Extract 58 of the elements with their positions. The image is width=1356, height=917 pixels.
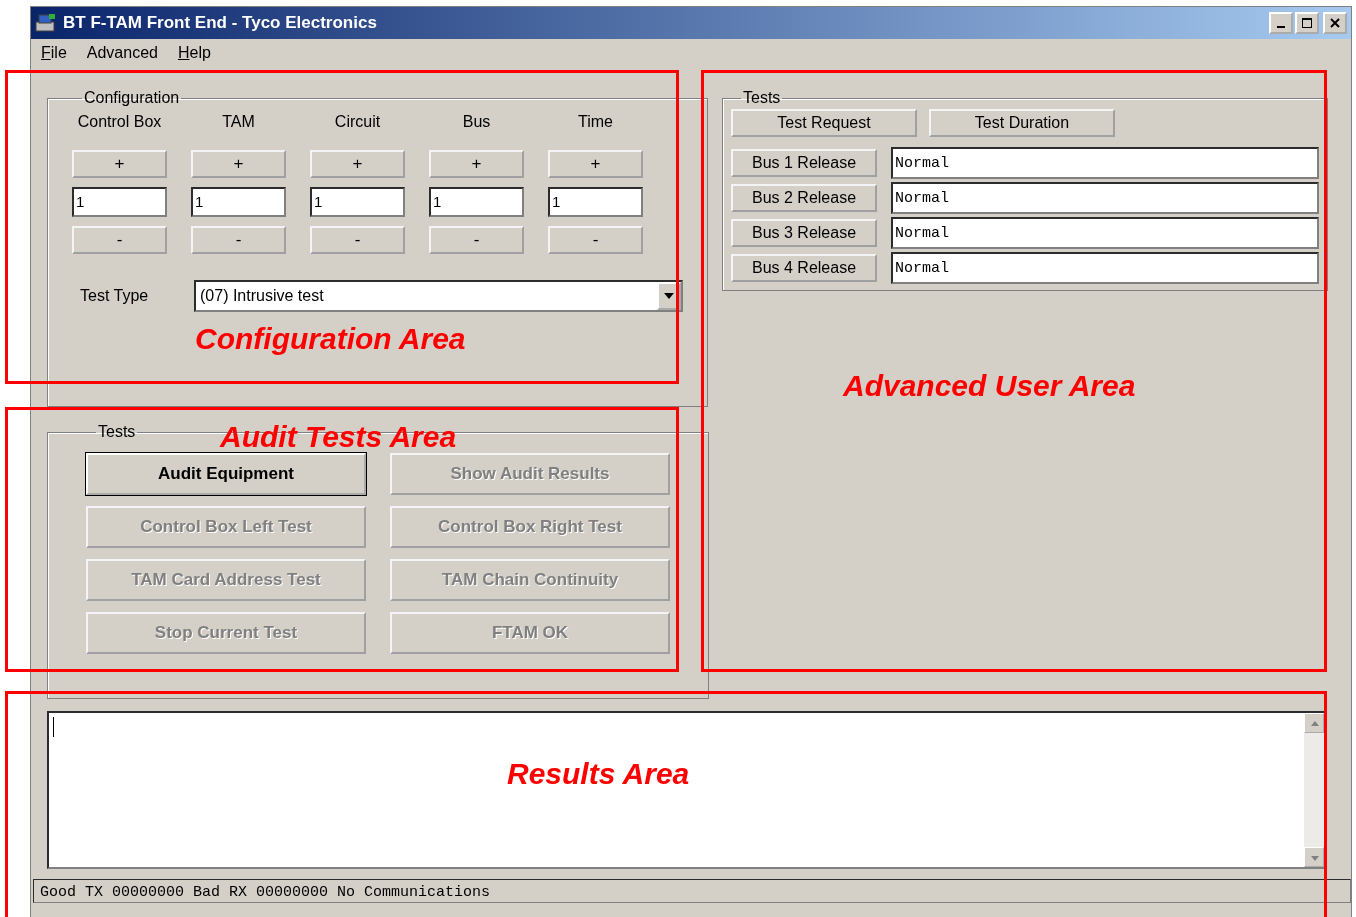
column-label: Circuit (333, 113, 382, 131)
increment-button[interactable]: + (429, 150, 524, 178)
column-label: Bus (461, 113, 492, 131)
increment-button[interactable]: + (310, 150, 405, 178)
test-button[interactable]: Audit Equipment (86, 453, 366, 495)
increment-button[interactable]: + (72, 150, 167, 178)
menu-item[interactable]: File (41, 44, 67, 64)
minimize-icon (1277, 26, 1285, 28)
column-label: Control Box (76, 113, 163, 131)
decrement-button[interactable]: - (429, 226, 524, 254)
maximize-button[interactable] (1295, 12, 1319, 34)
status-field[interactable]: Normal (891, 147, 1319, 179)
release-button[interactable]: Bus 2 Release (731, 184, 877, 212)
annotation-label: Configuration Area (195, 322, 466, 356)
close-icon (1330, 18, 1340, 28)
header-button[interactable]: Test Request (731, 109, 917, 137)
field-label: Test Type (80, 287, 150, 305)
scroll-up-icon[interactable] (1304, 713, 1324, 733)
minimize-button[interactable] (1269, 12, 1293, 34)
release-button[interactable]: Bus 1 Release (731, 149, 877, 177)
close-button[interactable] (1323, 12, 1347, 34)
status-field[interactable]: Normal (891, 252, 1319, 284)
release-button[interactable]: Bus 3 Release (731, 219, 877, 247)
group-title: Configuration (83, 89, 181, 107)
increment-button[interactable]: + (191, 150, 286, 178)
release-button[interactable]: Bus 4 Release (731, 254, 877, 282)
menu-item[interactable]: Advanced (86, 44, 158, 64)
number-field[interactable]: 1 (310, 187, 405, 217)
header-button[interactable]: Test Duration (929, 109, 1115, 137)
status-field[interactable]: Normal (891, 182, 1319, 214)
number-field[interactable]: 1 (72, 187, 167, 217)
annotation-label: Advanced User Area (843, 369, 1136, 403)
decrement-button[interactable]: - (72, 226, 167, 254)
status-field[interactable]: Normal (891, 217, 1319, 249)
results-textarea[interactable] (47, 711, 1326, 869)
window-title: BT F-TAM Front End - Tyco Electronics (63, 13, 378, 33)
decrement-button[interactable]: - (191, 226, 286, 254)
decrement-button[interactable]: - (310, 226, 405, 254)
text-cursor (53, 717, 54, 737)
increment-button[interactable]: + (548, 150, 643, 178)
status-bar: Good TX 00000000 Bad RX 00000000 No Communications (33, 879, 1351, 903)
annotation-label: Results Area (507, 757, 690, 791)
decrement-button[interactable]: - (548, 226, 643, 254)
annotation-label: Audit Tests Area (220, 420, 457, 454)
scroll-down-icon[interactable] (1304, 847, 1324, 867)
maximize-icon (1302, 18, 1312, 28)
number-field[interactable]: 1 (548, 187, 643, 217)
number-field[interactable]: 1 (429, 187, 524, 217)
menu-item[interactable]: Help (177, 44, 211, 64)
test-type-dropdown[interactable]: (07) Intrusive test (194, 280, 683, 312)
column-label: TAM (221, 113, 256, 131)
dropdown-arrow-icon (657, 282, 681, 310)
group-title: Tests (97, 423, 137, 441)
computer-icon (35, 13, 57, 33)
column-label: Time (577, 113, 614, 131)
number-field[interactable]: 1 (191, 187, 286, 217)
group-title: Tests (742, 89, 782, 107)
scrollbar[interactable] (1304, 713, 1324, 867)
